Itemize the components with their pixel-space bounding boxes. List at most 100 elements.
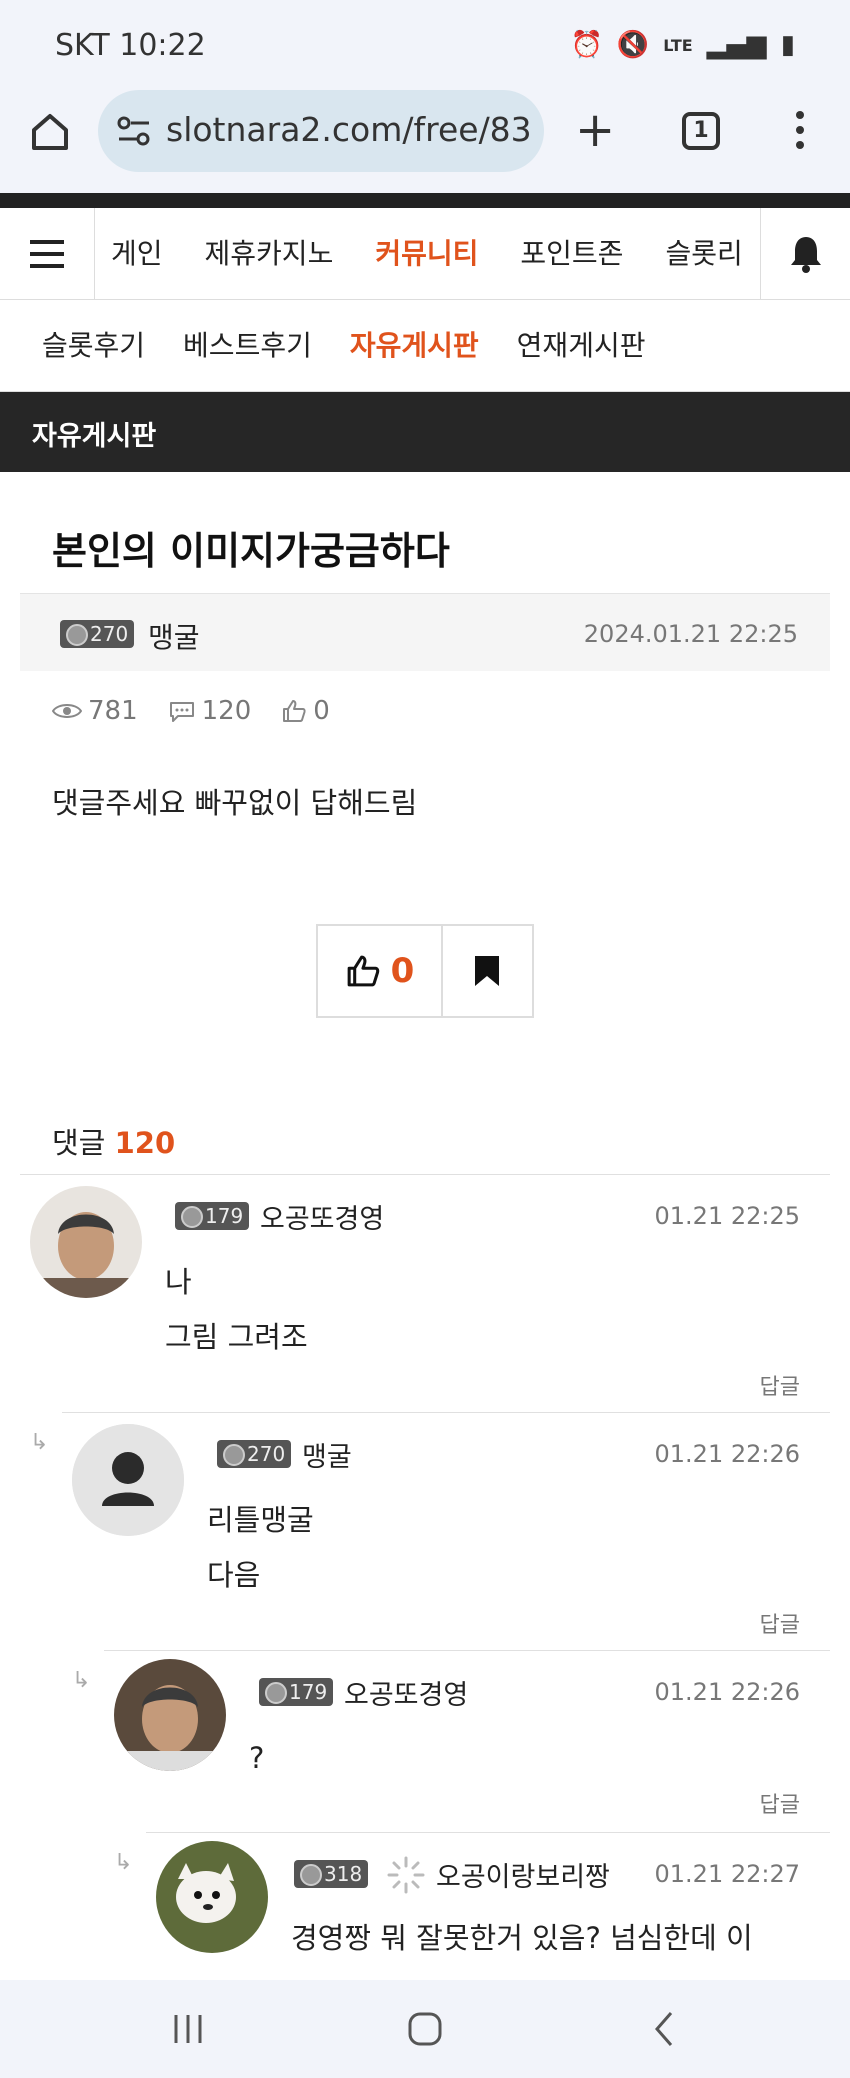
site-settings-icon [117,116,150,146]
comment-line: 그림 그려조 [165,1320,308,1354]
comment-line: 다음 [207,1558,261,1592]
hamburger-icon [30,240,64,244]
thumbs-up-icon [283,700,306,722]
subnav-item-best-review[interactable]: 베스트후기 [183,300,312,392]
lte-icon: LTE [663,35,693,55]
nav-item-partner-casino[interactable]: 제휴카지노 [205,208,334,300]
avatar[interactable] [114,1659,226,1771]
comments-stat: 120 [168,696,251,726]
kebab-icon [796,111,804,149]
bell-icon [791,237,821,273]
loading-spinner-icon [387,1856,425,1894]
system-nav-bar [0,1980,850,2078]
avatar[interactable] [30,1186,142,1298]
comment-line: ? [249,1741,265,1775]
views-stat: 781 [52,696,138,726]
home-button[interactable] [28,110,72,154]
alarm-icon: ⏰ [570,30,603,60]
hamburger-icon-bar [30,264,64,268]
comment-item: 270 맹굴 01.21 22:26 리틀맹굴 다음 답글 [62,1412,830,1650]
likes-count: 0 [313,696,330,726]
post-body: 댓글주세요 빠꾸없이 답해드림 [52,786,418,820]
board-title: 자유게시판 [32,421,157,452]
home-icon [32,114,68,150]
mute-icon: 🔇 [616,30,650,60]
subnav-item-series-board[interactable]: 연재게시판 [517,300,646,392]
post-author[interactable]: 맹굴 [148,616,200,656]
commenter-level-badge: 179 [175,1202,250,1230]
comment-time: 01.21 22:26 [654,1678,801,1706]
back-button[interactable] [645,2009,685,2049]
comment-line: 경영짱 뭐 잘못한거 있음? 넘심한데 이 [291,1921,753,1955]
avatar[interactable] [156,1841,268,1953]
commenter-name[interactable]: 오공또경영 [344,1673,468,1712]
new-tab-button[interactable]: + [575,106,615,154]
subnav-item-slot-review[interactable]: 슬롯후기 [42,300,145,392]
comment-time: 01.21 22:26 [654,1440,801,1468]
comment-text: 나 그림 그려조 [165,1255,308,1365]
commenter-level-badge: 179 [259,1678,334,1706]
likes-stat: 0 [281,696,330,726]
main-nav-items: 게인 제휴카지노 커뮤니티 포인트존 슬롯리 [95,208,760,300]
comment-text: ? [249,1731,264,1786]
comments-header: 댓글 120 [52,1120,175,1162]
commenter-name[interactable]: 오공또경영 [260,1197,384,1236]
comment-text: 경영짱 뭐 잘못한거 있음? 넘심한데 이 [291,1911,753,1966]
post-date: 2024.01.21 22:25 [583,620,798,648]
recent-apps-button[interactable] [168,2009,208,2049]
sub-nav: 슬롯후기 베스트후기 자유게시판 연재게시판 [0,300,850,392]
nav-item-community[interactable]: 커뮤니티 [375,208,478,300]
battery-icon: ▮ [780,30,795,60]
status-bar: SKT 10:22 ⏰ 🔇 LTE ▂▄▆ ▮ [0,0,850,90]
views-count: 781 [88,696,138,726]
reply-button[interactable]: 답글 [760,1369,800,1401]
commenter-level-badge: 270 [217,1440,292,1468]
commenter-name[interactable]: 오공이랑보리짱 [436,1855,610,1894]
hamburger-menu-button[interactable] [0,208,95,300]
comment-line: 리틀맹굴 [207,1503,314,1537]
reply-button[interactable]: 답글 [760,1607,800,1639]
signal-icon: ▂▄▆ [706,30,767,60]
carrier-time: SKT 10:22 [55,28,206,63]
address-bar[interactable]: slotnara2.com/free/83 [98,90,544,172]
commenter-name[interactable]: 맹굴 [302,1435,352,1474]
more-menu-button[interactable] [790,108,810,156]
browser-toolbar: slotnara2.com/free/83 + 1 [0,90,850,195]
comments-header-count: 120 [114,1126,176,1160]
tab-switcher-button[interactable]: 1 [682,112,720,150]
notification-button[interactable] [760,208,850,300]
like-button-count: 0 [390,951,415,991]
reply-arrow-icon: ↳ [114,1850,133,1875]
comment-line: 나 [165,1265,192,1299]
comment-time: 01.21 22:27 [654,1860,801,1888]
comment-icon [169,702,194,722]
reply-arrow-icon: ↳ [30,1430,49,1455]
bookmark-button[interactable] [443,926,532,1016]
nav-item-game[interactable]: 게인 [111,208,163,300]
comment-item: 179 오공또경영 01.21 22:25 나 그림 그려조 답글 [20,1174,830,1412]
like-button[interactable]: 0 [318,926,443,1016]
hamburger-icon-bar [30,252,64,256]
nav-item-point-zone[interactable]: 포인트존 [520,208,623,300]
board-title-bar: 자유게시판 [0,392,850,472]
post-title: 본인의 이미지가궁금하다 [52,529,450,573]
commenter-level-badge: 318 [294,1860,369,1888]
header-strip [0,193,850,208]
comment-time: 01.21 22:25 [654,1202,801,1230]
avatar[interactable] [72,1424,184,1536]
author-level-badge: 270 [60,620,135,648]
comment-item: 179 오공또경영 01.21 22:26 ? 답글 [104,1650,830,1832]
home-nav-button[interactable] [405,2009,445,2049]
reply-button[interactable]: 답글 [760,1787,800,1819]
comment-text: 리틀맹굴 다음 [207,1493,314,1603]
vote-box: 0 [316,924,534,1018]
nav-item-slot[interactable]: 슬롯리 [665,208,742,300]
comment-item: 318 오공이랑보리짱 01.21 22:27 경영짱 뭐 잘못한거 있음? 넘… [146,1832,830,1980]
user-icon [72,1424,184,1536]
subnav-item-free-board[interactable]: 자유게시판 [350,300,479,392]
eye-icon [52,704,82,718]
comments-label: 댓글 [52,1126,106,1160]
post-stats: 781 120 0 [52,696,330,726]
main-nav: 게인 제휴카지노 커뮤니티 포인트존 슬롯리 [0,208,850,300]
post-meta: 270 맹굴 2024.01.21 22:25 [20,593,830,671]
